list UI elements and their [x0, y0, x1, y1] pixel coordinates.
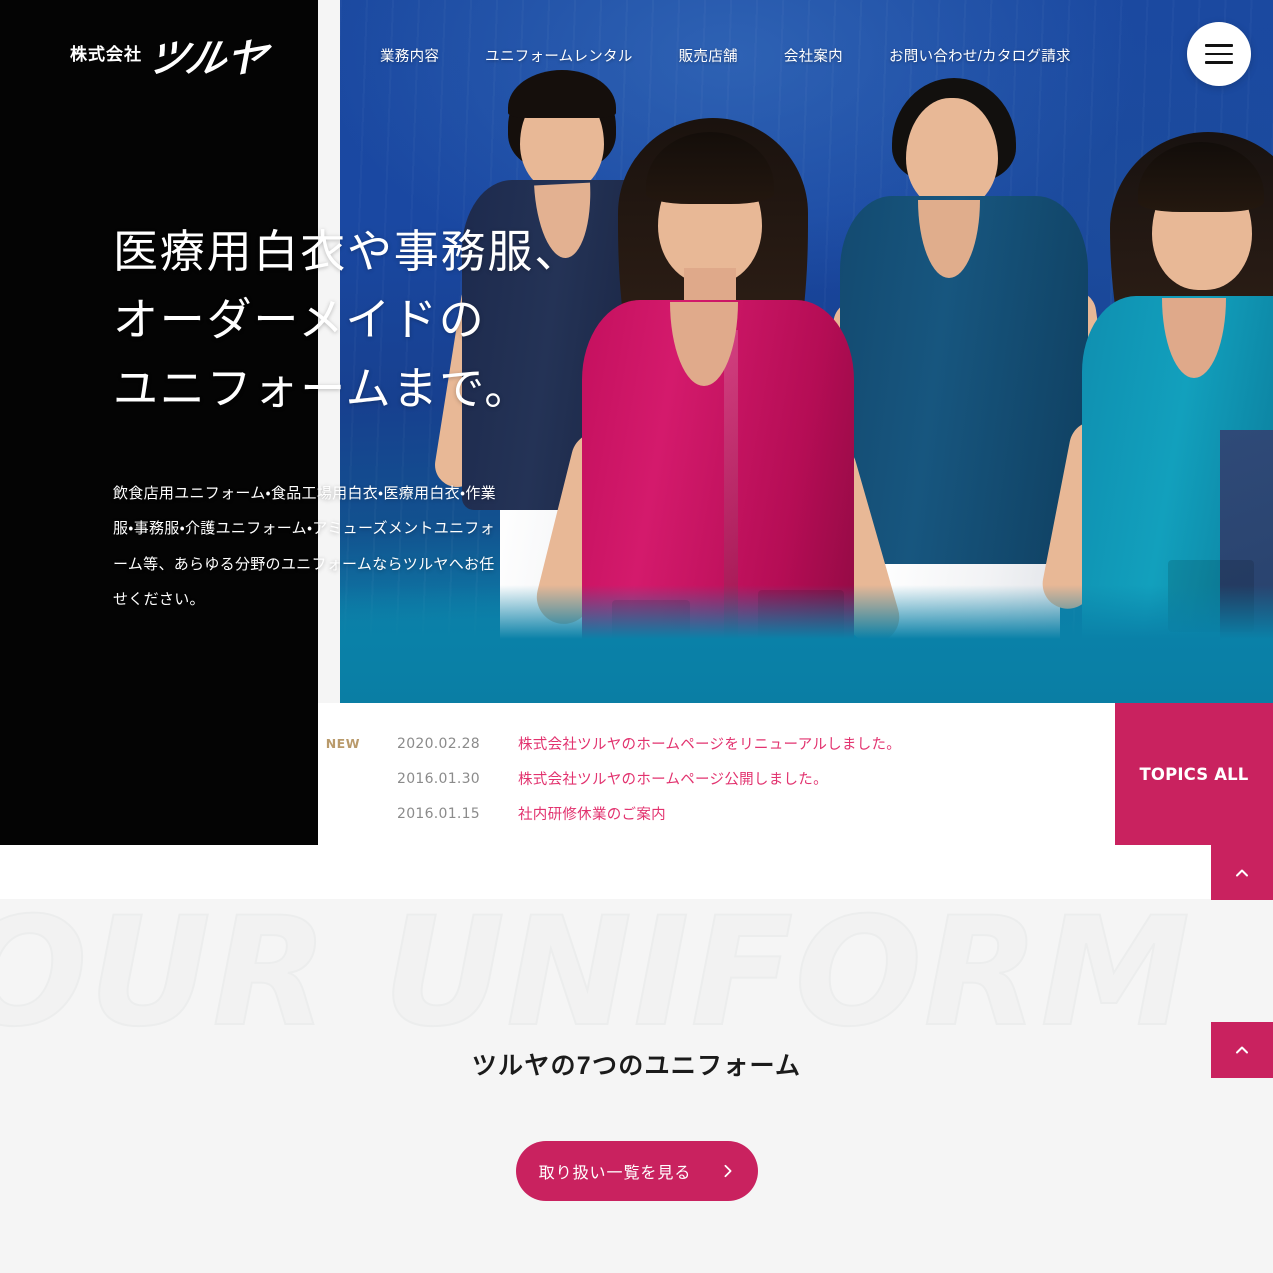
new-badge: NEW [325, 736, 360, 751]
hero-heading-line-2: オーダーメイドの [113, 295, 486, 346]
chevron-right-icon [724, 1164, 732, 1178]
model-fringe [508, 70, 616, 118]
main-navigation: 業務内容 ユニフォームレンタル 販売店舗 会社案内 お問い合わせ/カタログ請求 [380, 42, 1071, 68]
hamburger-menu-icon[interactable] [1187, 22, 1251, 86]
scroll-to-top-button[interactable] [1211, 845, 1273, 900]
site-logo[interactable]: 株式会社 ツルヤ [70, 28, 290, 82]
hamburger-bar [1205, 61, 1233, 64]
topic-title-link[interactable]: 社内研修休業のご案内 [518, 803, 666, 824]
nav-item-services[interactable]: 業務内容 [380, 45, 439, 66]
section-white-band [0, 845, 1211, 899]
topic-date: 2020.02.28 [397, 735, 480, 752]
topics-row[interactable]: 2016.01.30 株式会社ツルヤのホームページ公開しました。 [318, 761, 1115, 796]
model-pants [1130, 652, 1273, 705]
nav-item-stores[interactable]: 販売店舗 [679, 45, 738, 66]
model-pants [880, 540, 1060, 705]
nav-item-contact[interactable]: お問い合わせ/カタログ請求 [889, 45, 1071, 66]
model-pocket [1168, 560, 1254, 632]
logo-prefix: 株式会社 [70, 45, 143, 65]
topic-date: 2016.01.15 [397, 805, 480, 822]
model-side-panel [1220, 430, 1273, 668]
hero-heading: 医療用白衣や事務服、 オーダーメイドの ユニフォームまで。 [113, 218, 673, 423]
model-head [906, 98, 998, 210]
scroll-to-top-button[interactable] [1211, 1022, 1273, 1078]
hero-heading-line-3: ユニフォームまで。 [113, 363, 532, 414]
hero-lead-text: 飲食店用ユニフォーム・食品工場用白衣・医療用白衣・作業服・事務服・介護ユニフォー… [113, 485, 496, 608]
chevron-up-icon [1236, 869, 1248, 876]
topics-panel: NEW 2020.02.28 株式会社ツルヤのホームページをリニューアルしました… [318, 703, 1273, 845]
chevron-up-icon [1236, 1046, 1248, 1054]
topics-all-button[interactable]: TOPICS ALL [1115, 703, 1273, 845]
topics-list: NEW 2020.02.28 株式会社ツルヤのホームページをリニューアルしました… [318, 703, 1115, 845]
view-all-products-button[interactable]: 取り扱い一覧を見る [516, 1141, 758, 1201]
nav-item-company[interactable]: 会社案内 [784, 45, 843, 66]
logo-name: ツルヤ [142, 36, 270, 82]
topics-row[interactable]: NEW 2020.02.28 株式会社ツルヤのホームページをリニューアルしました… [318, 726, 1115, 761]
page-root: 医療用白衣や事務服、 オーダーメイドの ユニフォームまで。 飲食店用ユニフォーム… [0, 0, 1273, 1273]
hamburger-bar [1205, 52, 1233, 56]
nav-item-uniform-rental[interactable]: ユニフォームレンタル [485, 45, 632, 66]
cta-label: 取り扱い一覧を見る [538, 1165, 692, 1182]
section-title: ツルヤの7つのユニフォーム [471, 1052, 802, 1080]
model-pocket-right [758, 590, 844, 664]
model-placket [724, 330, 738, 700]
model-pocket-left [612, 600, 690, 670]
topics-all-label: TOPICS ALL [1139, 764, 1249, 784]
hamburger-bar [1205, 44, 1233, 47]
topic-date: 2016.01.30 [397, 770, 480, 787]
topic-title-link[interactable]: 株式会社ツルヤのホームページ公開しました。 [518, 768, 828, 789]
topic-title-link[interactable]: 株式会社ツルヤのホームページをリニューアルしました。 [518, 733, 901, 754]
topics-row[interactable]: 2016.01.15 社内研修休業のご案内 [318, 796, 1115, 831]
hero-heading-line-1: 医療用白衣や事務服、 [113, 227, 582, 277]
